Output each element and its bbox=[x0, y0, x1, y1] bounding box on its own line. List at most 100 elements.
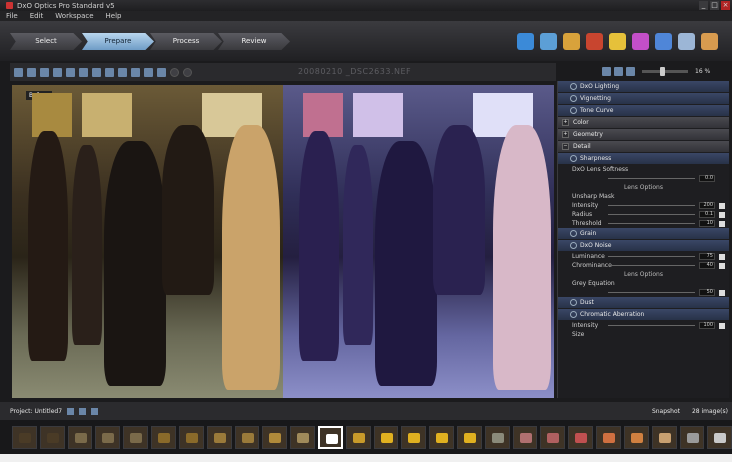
filmstrip-thumbnail[interactable] bbox=[568, 425, 594, 449]
filmstrip-thumbnail[interactable] bbox=[95, 425, 121, 449]
power-icon[interactable] bbox=[570, 83, 577, 90]
power-icon[interactable] bbox=[570, 230, 577, 237]
user-icon[interactable] bbox=[701, 33, 718, 50]
power-icon[interactable] bbox=[570, 107, 577, 114]
filmstrip-thumbnail[interactable] bbox=[623, 425, 649, 449]
crop-tool-icon[interactable] bbox=[53, 67, 62, 77]
slider[interactable] bbox=[608, 325, 695, 326]
filmstrip-thumbnail[interactable] bbox=[596, 425, 621, 449]
filmstrip-thumbnail[interactable] bbox=[178, 425, 204, 449]
section-vignetting[interactable]: Vignetting bbox=[558, 93, 729, 104]
light-icon[interactable] bbox=[609, 33, 626, 50]
menu-workspace[interactable]: Workspace bbox=[55, 12, 93, 20]
luminance-value[interactable]: 75 bbox=[699, 253, 715, 260]
zoom-slider[interactable] bbox=[642, 67, 688, 76]
section-chromatic-aberration[interactable]: Chromatic Aberration bbox=[558, 309, 729, 320]
filmstrip-thumbnail[interactable] bbox=[345, 425, 371, 449]
filmstrip-thumbnail[interactable] bbox=[290, 425, 315, 449]
tab-process[interactable]: Process bbox=[150, 33, 222, 50]
expand-icon[interactable]: + bbox=[562, 131, 569, 138]
filmstrip-thumbnail[interactable] bbox=[540, 425, 566, 449]
section-geometry[interactable]: + Geometry bbox=[558, 129, 729, 140]
slider[interactable] bbox=[608, 178, 695, 179]
section-dust[interactable]: Dust bbox=[558, 297, 729, 308]
chrominance-value[interactable]: 40 bbox=[699, 262, 715, 269]
tools-icon[interactable] bbox=[563, 33, 580, 50]
threshold-value[interactable]: 10 bbox=[699, 220, 715, 227]
project-new-icon[interactable] bbox=[67, 407, 75, 415]
intensity-value[interactable]: 200 bbox=[699, 202, 715, 209]
rotate-left-icon[interactable] bbox=[170, 67, 179, 77]
minimize-button[interactable]: _ bbox=[699, 1, 708, 10]
filmstrip-thumbnail[interactable] bbox=[123, 425, 149, 449]
power-icon[interactable] bbox=[570, 155, 577, 162]
radius-value[interactable]: 0.1 bbox=[699, 211, 715, 218]
grid-icon[interactable] bbox=[144, 67, 153, 77]
menu-help[interactable]: Help bbox=[106, 12, 122, 20]
filmstrip-thumbnail[interactable] bbox=[457, 425, 482, 449]
filmstrip-thumbnail[interactable] bbox=[401, 425, 427, 449]
preview-icon[interactable] bbox=[517, 33, 534, 50]
filmstrip-thumbnail[interactable] bbox=[373, 425, 399, 449]
filmstrip-thumbnail[interactable] bbox=[512, 425, 538, 449]
hand-tool-icon[interactable] bbox=[27, 67, 36, 77]
filmstrip-thumbnail[interactable] bbox=[12, 425, 37, 449]
image-icon[interactable] bbox=[540, 33, 557, 50]
project-open-icon[interactable] bbox=[79, 407, 87, 415]
filmstrip-thumbnail[interactable] bbox=[651, 425, 677, 449]
zoom-slider-knob[interactable] bbox=[660, 67, 665, 76]
filmstrip-thumbnail[interactable] bbox=[234, 425, 260, 449]
power-icon[interactable] bbox=[570, 242, 577, 249]
filmstrip-thumbnail[interactable] bbox=[262, 425, 288, 449]
slider[interactable] bbox=[608, 256, 695, 257]
filmstrip-thumbnail[interactable] bbox=[317, 425, 343, 449]
tab-review[interactable]: Review bbox=[218, 33, 290, 50]
menu-edit[interactable]: Edit bbox=[30, 12, 44, 20]
filmstrip-thumbnail[interactable] bbox=[206, 425, 232, 449]
ca-intensity-value[interactable]: 100 bbox=[699, 322, 715, 329]
after-image[interactable] bbox=[283, 85, 554, 398]
reset-checkbox[interactable] bbox=[719, 211, 725, 218]
tab-prepare[interactable]: Prepare bbox=[82, 33, 154, 50]
view-mode-icon[interactable] bbox=[14, 67, 23, 77]
reset-checkbox[interactable] bbox=[719, 322, 725, 329]
filmstrip-thumbnail[interactable] bbox=[39, 425, 65, 449]
color-picker-icon[interactable] bbox=[118, 67, 127, 77]
export-icon[interactable] bbox=[678, 33, 695, 50]
filmstrip-thumbnail[interactable] bbox=[679, 425, 705, 449]
section-color[interactable]: + Color bbox=[558, 117, 729, 128]
close-button[interactable]: × bbox=[721, 1, 730, 10]
slider[interactable] bbox=[608, 292, 695, 293]
geometry-icon[interactable] bbox=[655, 33, 672, 50]
slider[interactable] bbox=[608, 265, 695, 266]
section-dxo-noise[interactable]: DxO Noise bbox=[558, 240, 729, 251]
correction-icon[interactable] bbox=[586, 33, 603, 50]
filmstrip-thumbnail[interactable] bbox=[151, 425, 176, 449]
compare-icon[interactable] bbox=[92, 67, 101, 77]
fit-icon[interactable] bbox=[602, 67, 611, 76]
slider[interactable] bbox=[608, 205, 695, 206]
reset-checkbox[interactable] bbox=[719, 262, 725, 269]
power-icon[interactable] bbox=[570, 95, 577, 102]
project-save-icon[interactable] bbox=[91, 407, 99, 415]
dust-tool-icon[interactable] bbox=[79, 67, 88, 77]
tab-select[interactable]: Select bbox=[10, 33, 82, 50]
power-icon[interactable] bbox=[570, 299, 577, 306]
color-wheel-icon[interactable] bbox=[632, 33, 649, 50]
filmstrip-thumbnail[interactable] bbox=[67, 425, 93, 449]
reset-checkbox[interactable] bbox=[719, 289, 725, 296]
straighten-tool-icon[interactable] bbox=[66, 67, 75, 77]
info-icon[interactable] bbox=[626, 67, 635, 76]
actual-size-icon[interactable] bbox=[614, 67, 623, 76]
section-tone-curve[interactable]: Tone Curve bbox=[558, 105, 729, 116]
filmstrip-thumbnail[interactable] bbox=[707, 425, 732, 449]
collapse-icon[interactable]: − bbox=[562, 143, 569, 150]
reset-checkbox[interactable] bbox=[719, 253, 725, 260]
histogram-icon[interactable] bbox=[157, 67, 166, 77]
slider[interactable] bbox=[608, 214, 695, 215]
lens-softness-value[interactable]: 0.0 bbox=[699, 175, 715, 182]
filmstrip-thumbnail[interactable] bbox=[429, 425, 455, 449]
zoom-tool-icon[interactable] bbox=[40, 67, 49, 77]
section-sharpness[interactable]: Sharpness bbox=[558, 153, 729, 164]
split-view-icon[interactable] bbox=[105, 67, 114, 77]
